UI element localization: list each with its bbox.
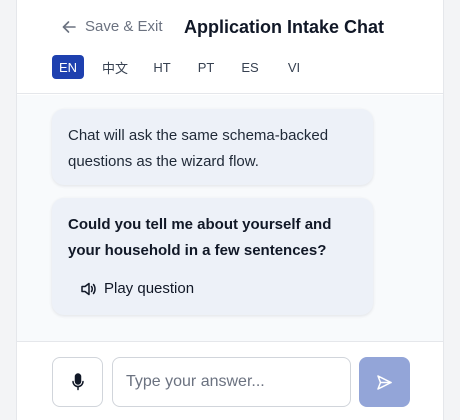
language-option-ht[interactable]: HT [146,55,178,79]
language-option-en[interactable]: EN [52,55,84,79]
microphone-icon [71,373,84,391]
answer-input[interactable] [112,357,351,407]
save-and-exit-label: Save & Exit [85,18,163,35]
language-option-vi[interactable]: VI [278,55,310,79]
send-icon [377,374,392,390]
question-message: Could you tell me about yourself and you… [52,198,373,315]
language-option-zh[interactable]: 中文 [96,55,134,79]
language-switcher: EN 中文 HT PT ES VI [52,55,322,79]
chat-panel: Save & Exit Application Intake Chat EN 中… [16,0,444,420]
language-option-es[interactable]: ES [234,55,266,79]
page-title: Application Intake Chat [184,17,385,37]
language-option-pt[interactable]: PT [190,55,222,79]
info-message: Chat will ask the same schema-backed que… [52,109,373,185]
send-button[interactable] [359,357,410,407]
play-question-button[interactable]: Play question [80,276,357,302]
microphone-button[interactable] [52,357,103,407]
save-and-exit-button[interactable]: Save & Exit [61,18,163,35]
speaker-icon [81,282,96,296]
arrow-left-icon [62,20,76,33]
info-message-text: Chat will ask the same schema-backed que… [68,127,329,170]
composer [17,341,443,420]
message-list: Chat will ask the same schema-backed que… [17,95,443,341]
question-text: Could you tell me about yourself and you… [68,216,332,259]
play-question-label: Play question [104,280,195,297]
chat-header: Save & Exit Application Intake Chat EN 中… [17,0,443,94]
